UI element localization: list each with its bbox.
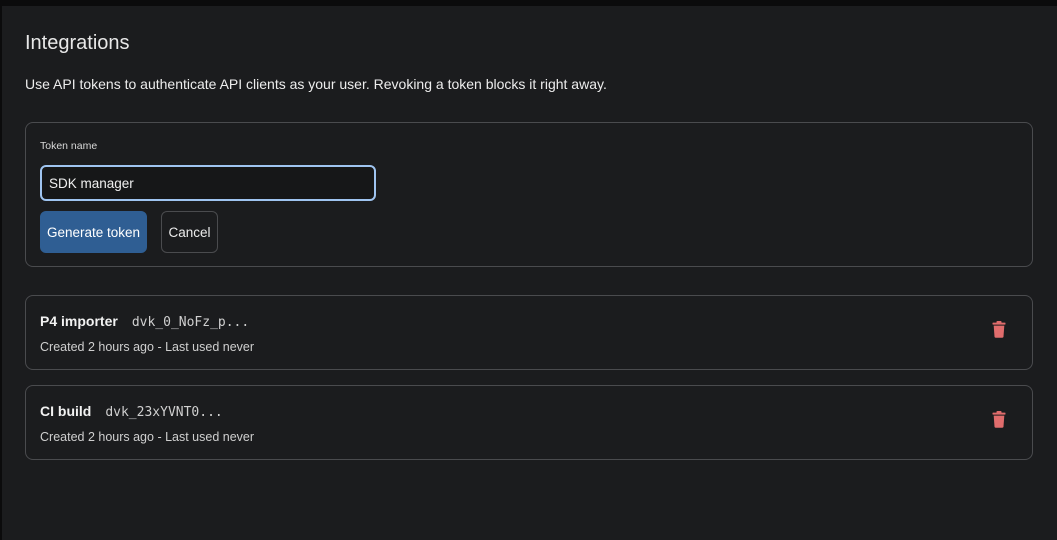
delete-token-button[interactable] (988, 318, 1010, 340)
token-name-label: Token name (40, 140, 98, 152)
delete-token-button[interactable] (988, 408, 1010, 430)
token-name: CI build (40, 403, 92, 419)
token-prefix: dvk_0_NoFz_p... (131, 315, 250, 330)
create-token-card: Token name Generate token Cancel (25, 122, 1033, 267)
token-name-input[interactable] (40, 165, 376, 201)
cancel-button[interactable]: Cancel (161, 211, 218, 253)
token-header: P4 importer dvk_0_NoFz_p... (40, 313, 249, 330)
trash-icon (992, 410, 1006, 428)
token-name: P4 importer (40, 313, 118, 329)
token-row: CI build dvk_23xYVNT0... Created 2 hours… (25, 385, 1033, 460)
token-row: P4 importer dvk_0_NoFz_p... Created 2 ho… (25, 295, 1033, 370)
integrations-panel: Integrations Use API tokens to authentic… (0, 0, 1057, 540)
page-title: Integrations (25, 32, 130, 54)
trash-icon (992, 320, 1006, 338)
token-prefix: dvk_23xYVNT0... (105, 405, 223, 420)
token-meta: Created 2 hours ago - Last used never (40, 340, 255, 354)
token-header: CI build dvk_23xYVNT0... (40, 403, 223, 420)
generate-token-button[interactable]: Generate token (40, 211, 147, 253)
page-description: Use API tokens to authenticate API clien… (25, 76, 607, 92)
token-meta: Created 2 hours ago - Last used never (40, 430, 255, 444)
